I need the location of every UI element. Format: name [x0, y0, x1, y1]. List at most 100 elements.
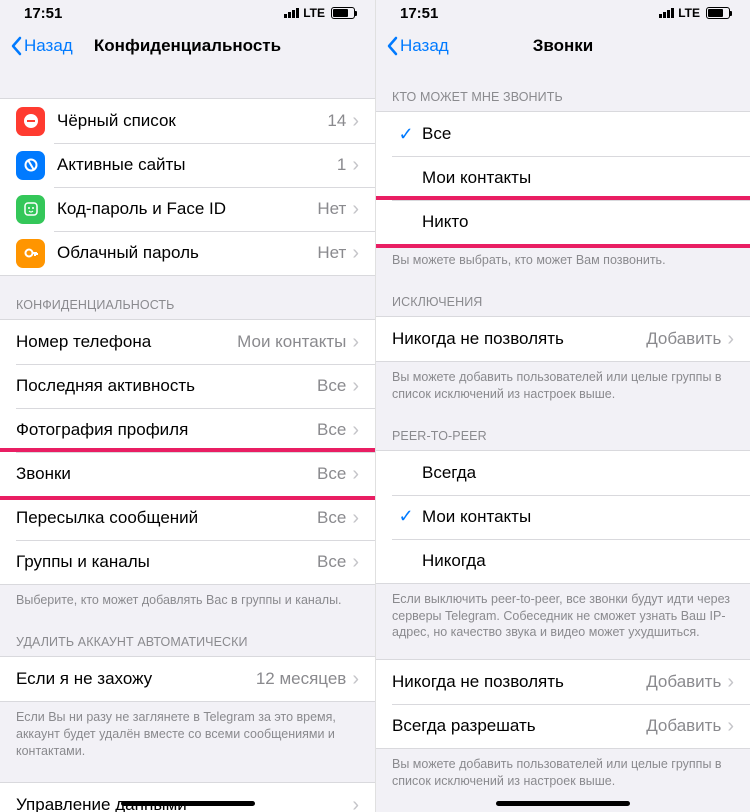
battery-icon [331, 7, 355, 19]
row-label: Код-пароль и Face ID [57, 199, 317, 219]
row-label: Звонки [16, 464, 317, 484]
chevron-right-icon: › [352, 376, 359, 396]
row-detail: Нет [317, 243, 346, 263]
chevron-right-icon: › [727, 716, 734, 736]
p2p-exceptions-group: Никогда не позволять Добавить › Всегда р… [376, 659, 750, 749]
row-last-seen[interactable]: Последняя активность Все › [0, 364, 375, 408]
who-section-header: КТО МОЖЕТ МНЕ ЗВОНИТЬ [376, 68, 750, 111]
content: Чёрный список 14 › Активные сайты 1 › Ко… [0, 68, 375, 812]
back-button[interactable]: Назад [386, 36, 449, 56]
chevron-right-icon: › [352, 795, 359, 812]
signal-icon [659, 8, 674, 18]
battery-icon [706, 7, 730, 19]
row-label: Если я не захожу [16, 669, 256, 689]
status-bar: 17:51 LTE [0, 0, 375, 24]
screen-calls: 17:51 LTE Назад Звонки КТО МОЖЕТ МНЕ ЗВО… [375, 0, 750, 812]
row-label: Фотография профиля [16, 420, 317, 440]
row-detail: Добавить [646, 329, 721, 349]
exceptions-section-footer: Вы можете добавить пользователей или цел… [376, 362, 750, 407]
row-detail: Добавить [646, 672, 721, 692]
delete-group: Если я не захожу 12 месяцев › [0, 656, 375, 702]
row-blocklist[interactable]: Чёрный список 14 › [0, 99, 375, 143]
blocklist-icon [16, 107, 45, 136]
chevron-right-icon: › [352, 420, 359, 440]
row-nobody[interactable]: Никто [376, 200, 750, 244]
content: КТО МОЖЕТ МНЕ ЗВОНИТЬ ✓ Все Мои контакты… [376, 68, 750, 812]
row-label: Активные сайты [57, 155, 337, 175]
chevron-right-icon: › [352, 111, 359, 131]
row-forward-messages[interactable]: Пересылка сообщений Все › [0, 496, 375, 540]
row-p2p-never-allow[interactable]: Никогда не позволять Добавить › [376, 660, 750, 704]
status-bar: 17:51 LTE [376, 0, 750, 24]
row-passcode[interactable]: Код-пароль и Face ID Нет › [0, 187, 375, 231]
p2p-section-header: PEER-TO-PEER [376, 407, 750, 450]
row-calls[interactable]: Звонки Все › [0, 452, 375, 496]
signal-icon [284, 8, 299, 18]
row-detail: Добавить [646, 716, 721, 736]
row-detail: Все [317, 420, 346, 440]
faceid-icon [16, 195, 45, 224]
row-detail: 14 [327, 111, 346, 131]
row-label: Чёрный список [57, 111, 327, 131]
chevron-right-icon: › [727, 329, 734, 349]
row-p2p-never[interactable]: Никогда [376, 539, 750, 583]
row-my-contacts[interactable]: Мои контакты [376, 156, 750, 200]
back-button[interactable]: Назад [10, 36, 73, 56]
chevron-right-icon: › [352, 669, 359, 689]
row-never-allow[interactable]: Никогда не позволять Добавить › [376, 317, 750, 361]
row-detail: Все [317, 376, 346, 396]
delete-section-footer: Если Вы ни разу не заглянете в Telegram … [0, 702, 375, 764]
row-label: Пересылка сообщений [16, 508, 317, 528]
row-phone-number[interactable]: Номер телефона Мои контакты › [0, 320, 375, 364]
p2p-section-footer: Если выключить peer-to-peer, все звонки … [376, 584, 750, 646]
row-label: Никогда [422, 551, 734, 571]
row-label: Номер телефона [16, 332, 237, 352]
row-groups-channels[interactable]: Группы и каналы Все › [0, 540, 375, 584]
row-label: Всегда разрешать [392, 716, 646, 736]
row-active-sessions[interactable]: Активные сайты 1 › [0, 143, 375, 187]
row-everybody[interactable]: ✓ Все [376, 112, 750, 156]
row-label: Никогда не позволять [392, 329, 646, 349]
row-delete-if-away[interactable]: Если я не захожу 12 месяцев › [0, 657, 375, 701]
row-label: Облачный пароль [57, 243, 317, 263]
row-detail: Все [317, 552, 346, 572]
delete-section-header: УДАЛИТЬ АККАУНТ АВТОМАТИЧЕСКИ [0, 613, 375, 656]
security-group: Чёрный список 14 › Активные сайты 1 › Ко… [0, 98, 375, 276]
chevron-right-icon: › [727, 672, 734, 692]
sessions-icon [16, 151, 45, 180]
exceptions-section-header: ИСКЛЮЧЕНИЯ [376, 273, 750, 316]
chevron-right-icon: › [352, 464, 359, 484]
row-cloud-password[interactable]: Облачный пароль Нет › [0, 231, 375, 275]
network-label: LTE [678, 6, 700, 20]
home-indicator [496, 801, 630, 806]
row-data-settings[interactable]: Управление данными › [0, 783, 375, 812]
chevron-right-icon: › [352, 199, 359, 219]
row-p2p-always-allow[interactable]: Всегда разрешать Добавить › [376, 704, 750, 748]
chevron-left-icon [10, 36, 22, 56]
exceptions-group: Никогда не позволять Добавить › [376, 316, 750, 362]
row-label: Всегда [422, 463, 734, 483]
row-detail: 1 [337, 155, 346, 175]
p2p-exceptions-footer: Вы можете добавить пользователей или цел… [376, 749, 750, 794]
chevron-right-icon: › [352, 155, 359, 175]
row-detail: Мои контакты [237, 332, 346, 352]
chevron-right-icon: › [352, 508, 359, 528]
row-profile-photo[interactable]: Фотография профиля Все › [0, 408, 375, 452]
privacy-section-footer: Выберите, кто может добавлять Вас в груп… [0, 585, 375, 613]
row-detail: Все [317, 508, 346, 528]
who-section-footer: Вы можете выбрать, кто может Вам позвони… [376, 245, 750, 273]
row-label: Группы и каналы [16, 552, 317, 572]
privacy-section-header: КОНФИДЕНЦИАЛЬНОСТЬ [0, 276, 375, 319]
network-label: LTE [303, 6, 325, 20]
row-detail: Все [317, 464, 346, 484]
nav-bar: Назад Конфиденциальность [0, 24, 375, 68]
back-label: Назад [400, 36, 449, 56]
row-label: Мои контакты [422, 168, 734, 188]
nav-bar: Назад Звонки [376, 24, 750, 68]
status-indicators: LTE [659, 6, 730, 20]
row-label: Никогда не позволять [392, 672, 646, 692]
row-p2p-always[interactable]: Всегда [376, 451, 750, 495]
row-detail: 12 месяцев [256, 669, 347, 689]
row-p2p-contacts[interactable]: ✓ Мои контакты [376, 495, 750, 539]
row-label: Последняя активность [16, 376, 317, 396]
